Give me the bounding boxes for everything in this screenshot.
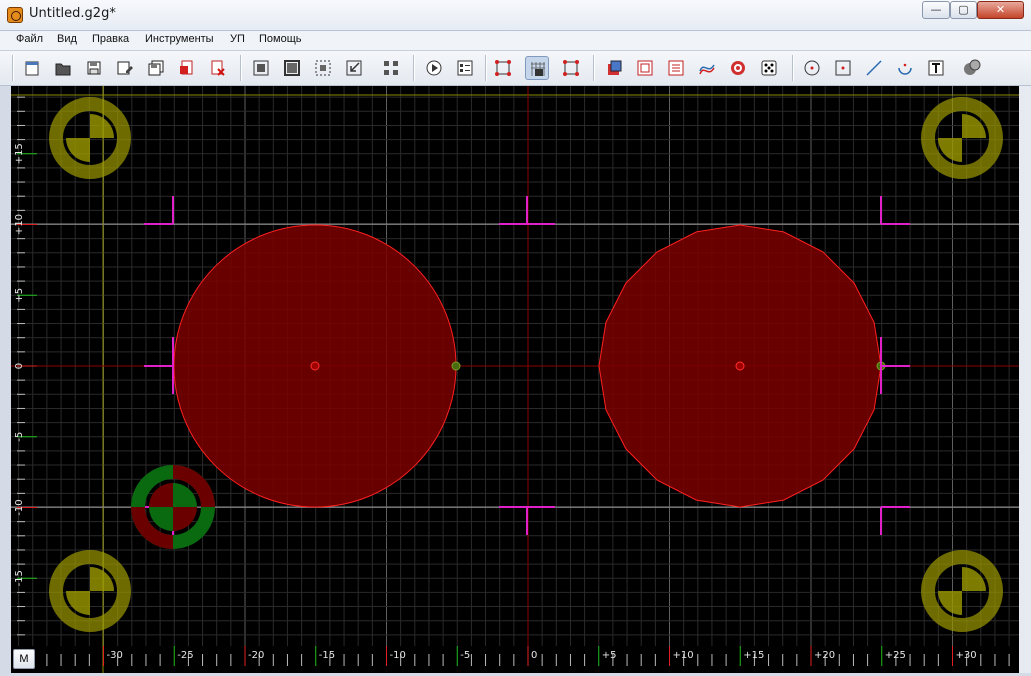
ruler-label-x: -20: [248, 650, 264, 661]
save-as-icon[interactable]: [113, 56, 137, 80]
bounds-icon[interactable]: [559, 56, 583, 80]
line-tool-icon[interactable]: [862, 56, 886, 80]
menu-bar: Файл Вид Правка Инструменты УП Помощь: [0, 31, 1031, 51]
snap-grid-icon[interactable]: [525, 56, 549, 80]
help-icon[interactable]: [960, 56, 984, 80]
ruler-label-y: -15: [14, 570, 25, 586]
toolpath-icon[interactable]: [491, 56, 515, 80]
ruler-label-x: +5: [602, 650, 617, 661]
horizontal-ruler: -30 -25 -20 -15 -10 -5 0 +5 +10 +15 +20 +25 +30: [46, 646, 1010, 666]
toolbar-separator: [413, 55, 415, 81]
close-button[interactable]: ✕: [977, 1, 1024, 19]
ruler-label-y: -5: [14, 432, 25, 442]
arc-tool-icon[interactable]: [893, 56, 917, 80]
ruler-label-x: -10: [390, 650, 406, 661]
open-folder-icon[interactable]: [51, 56, 75, 80]
ruler-label-x: +25: [885, 650, 906, 661]
ruler-label-x: +15: [743, 650, 764, 661]
toolbar-separator: [593, 55, 595, 81]
zoom-previous-icon[interactable]: [342, 56, 366, 80]
fiducial-top-left[interactable]: [49, 97, 131, 179]
ruler-label-y: +5: [14, 288, 25, 303]
save-all-icon[interactable]: [144, 56, 168, 80]
zoom-window-icon[interactable]: [311, 56, 335, 80]
fiducial-bottom-left[interactable]: [49, 550, 131, 632]
fiducial-bottom-right[interactable]: [921, 550, 1003, 632]
app-icon[interactable]: [7, 7, 23, 23]
menu-program[interactable]: УП: [230, 33, 245, 45]
properties-icon[interactable]: [453, 56, 477, 80]
main-toolbar: [0, 51, 1031, 86]
point-tool-icon[interactable]: [831, 56, 855, 80]
origin-fiducial[interactable]: [131, 465, 215, 549]
circle-center-point[interactable]: [310, 361, 320, 371]
polygon-center-point[interactable]: [735, 361, 745, 371]
layers-icon[interactable]: [664, 56, 688, 80]
toolbar-separator: [792, 55, 794, 81]
menu-file[interactable]: Файл: [16, 33, 43, 45]
fiducial-top-right[interactable]: [921, 97, 1003, 179]
maximize-button[interactable]: ▢: [950, 1, 977, 19]
menu-help[interactable]: Помощь: [259, 33, 302, 45]
title-bar: Untitled.g2g* — ▢ ✕: [0, 0, 1031, 31]
drawing-canvas[interactable]: +15 +10 +5 0 -5 -10 -15 -30 -25 -20 -15 -10 -5 0 +5 +1…: [11, 86, 1019, 673]
vertical-scrollbar[interactable]: [1019, 86, 1031, 673]
delete-icon[interactable]: [206, 56, 230, 80]
dice-icon[interactable]: [757, 56, 781, 80]
run-icon[interactable]: [422, 56, 446, 80]
offset-icon[interactable]: [695, 56, 719, 80]
toolbar-grip: [12, 55, 14, 81]
menu-edit[interactable]: Правка: [92, 33, 129, 45]
ruler-label-y: -10: [14, 499, 25, 515]
menu-view[interactable]: Вид: [57, 33, 77, 45]
minimize-button[interactable]: —: [922, 1, 950, 19]
layer-front-icon[interactable]: [602, 56, 626, 80]
import-icon[interactable]: [175, 56, 199, 80]
ruler-label-x: -5: [460, 650, 470, 661]
toolbar-separator: [240, 55, 242, 81]
layer-back-icon[interactable]: [633, 56, 657, 80]
canvas-svg[interactable]: +15+10+50-5-10-15 -30 -25 -20 -15 -10 -5 0 +5 +1…: [11, 86, 1019, 673]
application-window: Untitled.g2g* — ▢ ✕ Файл Вид Правка Инст…: [0, 0, 1031, 676]
ruler-label-x: +30: [956, 650, 977, 661]
target-icon[interactable]: [726, 56, 750, 80]
menu-tools[interactable]: Инструменты: [145, 33, 214, 45]
circle-tool-icon[interactable]: [800, 56, 824, 80]
zoom-extents-icon[interactable]: [280, 56, 304, 80]
reg-mark-mid-left: [144, 337, 174, 394]
ruler-label-x: 0: [531, 650, 537, 661]
ruler-label-y: +15: [14, 143, 25, 164]
ruler-label-x: -25: [177, 650, 193, 661]
new-file-icon[interactable]: [20, 56, 44, 80]
ruler-label-y: 0: [14, 363, 25, 369]
zoom-fit-icon[interactable]: [249, 56, 273, 80]
ruler-label-x: -30: [107, 650, 123, 661]
ruler-label-x: -15: [319, 650, 335, 661]
reg-mark-bottom-center: [499, 506, 555, 535]
ruler-label-x: +10: [673, 650, 694, 661]
window-title: Untitled.g2g*: [29, 6, 116, 21]
vertical-ruler: +15 +10 +5 0 -5 -10 -15: [14, 96, 37, 636]
ruler-label-x: +20: [814, 650, 835, 661]
select-all-icon[interactable]: [379, 56, 403, 80]
text-tool-icon[interactable]: [924, 56, 948, 80]
circle-start-point[interactable]: [451, 361, 461, 371]
save-icon[interactable]: [82, 56, 106, 80]
toolbar-separator: [485, 55, 487, 81]
mode-button[interactable]: M: [13, 649, 35, 669]
ruler-label-y: +10: [14, 214, 25, 235]
